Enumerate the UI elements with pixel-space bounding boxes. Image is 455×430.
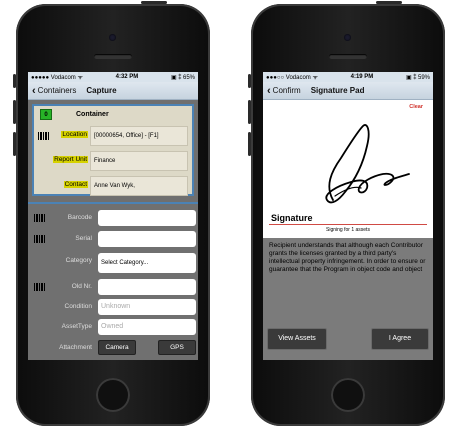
chevron-left-icon: ‹	[267, 84, 271, 97]
volume-down-button	[13, 132, 16, 156]
agree-button[interactable]: I Agree	[371, 328, 429, 350]
license-text: Recipient understands that although each…	[269, 242, 426, 273]
serial-label: Serial	[75, 235, 92, 242]
home-button[interactable]	[331, 378, 365, 412]
container-count-badge: 0	[40, 108, 52, 120]
signature-caption: Signature	[271, 213, 313, 223]
barcode-icon[interactable]	[38, 132, 49, 140]
nav-bar: ‹ Containers Capture	[28, 82, 198, 100]
condition-label: Condition	[64, 303, 92, 310]
barcode-input[interactable]	[98, 210, 196, 226]
battery-text: ▣ ⁑ 59%	[405, 74, 430, 81]
mute-switch	[13, 74, 16, 88]
attachment-label: Attachment	[59, 344, 92, 351]
status-time: 4:32 PM	[115, 74, 139, 80]
condition-input[interactable]: Unknown	[98, 299, 196, 315]
front-camera	[344, 34, 351, 41]
location-row[interactable]: Location [00000654, Office] - [F1]	[34, 126, 192, 146]
back-label: Confirm	[272, 86, 301, 95]
barcode-label: Barcode	[67, 214, 92, 221]
signature-drawing[interactable]	[311, 116, 411, 212]
status-time: 4:19 PM	[350, 74, 374, 80]
signing-count: Signing for 1 assets	[326, 227, 370, 233]
container-title: Container	[76, 110, 109, 118]
category-label: Category	[65, 257, 92, 264]
page-title: Capture	[86, 86, 117, 95]
barcode-row: Barcode	[28, 210, 198, 227]
carrier-text: ●●●●● Vodacom ᯤ	[31, 75, 83, 81]
volume-up-button	[248, 100, 251, 124]
serial-scan-icon[interactable]	[34, 235, 45, 243]
earpiece-speaker	[329, 54, 367, 59]
status-bar: ●●●○○ Vodacom ᯤ 4:19 PM ▣ ⁑ 59%	[263, 72, 433, 82]
phone-left: ●●●●● Vodacom ᯤ 4:32 PM ▣ ⁑ 65% ‹ Contai…	[13, 1, 210, 426]
category-row: Category Select Category...	[28, 253, 198, 273]
clear-button[interactable]: Clear	[409, 104, 423, 110]
front-camera	[109, 34, 116, 41]
capture-screen: ●●●●● Vodacom ᯤ 4:32 PM ▣ ⁑ 65% ‹ Contai…	[28, 72, 198, 360]
back-label: Containers	[37, 86, 77, 95]
report-unit-value[interactable]: Finance	[90, 151, 188, 171]
phone-right: ●●●○○ Vodacom ᯤ 4:19 PM ▣ ⁑ 59% ‹ Confir…	[248, 1, 445, 426]
power-button	[141, 1, 167, 4]
capture-body: 0 Container Location [00000654, Office] …	[28, 100, 198, 360]
camera-button[interactable]: Camera	[98, 340, 136, 355]
container-header: 0 Container	[34, 106, 192, 122]
page-title: Signature Pad	[310, 86, 365, 95]
old-nr-row: Old Nr.	[28, 279, 198, 296]
category-select[interactable]: Select Category...	[98, 253, 196, 273]
battery-text: ▣ ⁑ 65%	[170, 74, 195, 81]
asset-form: Barcode Serial Category Select Category.…	[28, 202, 198, 360]
earpiece-speaker	[94, 54, 132, 59]
container-panel: 0 Container Location [00000654, Office] …	[32, 104, 194, 196]
status-bar: ●●●●● Vodacom ᯤ 4:32 PM ▣ ⁑ 65%	[28, 72, 198, 82]
power-button	[376, 1, 402, 4]
chevron-left-icon: ‹	[32, 84, 36, 97]
contact-value[interactable]: Anne Van Wyk,	[90, 176, 188, 196]
location-value[interactable]: [00000654, Office] - [F1]	[90, 126, 188, 146]
asset-type-row: AssetType Owned	[28, 319, 198, 336]
location-label: Location	[61, 131, 88, 138]
home-button[interactable]	[96, 378, 130, 412]
serial-row: Serial	[28, 231, 198, 248]
old-nr-scan-icon[interactable]	[34, 283, 45, 291]
gps-button[interactable]: GPS	[158, 340, 196, 355]
condition-row: Condition Unknown	[28, 299, 198, 316]
back-button[interactable]: ‹ Confirm	[263, 85, 305, 97]
volume-up-button	[13, 100, 16, 124]
mute-switch	[248, 74, 251, 88]
volume-down-button	[248, 132, 251, 156]
asset-type-input[interactable]: Owned	[98, 319, 196, 335]
report-unit-label: Report Unit	[53, 156, 88, 163]
signature-screen: ●●●○○ Vodacom ᯤ 4:19 PM ▣ ⁑ 59% ‹ Confir…	[263, 72, 433, 360]
report-unit-row[interactable]: Report Unit Finance	[34, 151, 192, 171]
old-nr-input[interactable]	[98, 279, 196, 295]
contact-row[interactable]: Contact Anne Van Wyk,	[34, 176, 192, 196]
contact-label: Contact	[63, 181, 88, 188]
nav-bar: ‹ Confirm Signature Pad	[263, 82, 433, 100]
carrier-text: ●●●○○ Vodacom ᯤ	[266, 75, 318, 81]
signature-baseline	[269, 224, 427, 225]
attachment-row: Attachment Camera GPS	[28, 340, 198, 357]
back-button[interactable]: ‹ Containers	[28, 85, 80, 97]
barcode-scan-icon[interactable]	[34, 214, 45, 222]
view-assets-button[interactable]: View Assets	[267, 328, 327, 350]
asset-type-label: AssetType	[61, 323, 92, 330]
serial-input[interactable]	[98, 231, 196, 247]
old-nr-label: Old Nr.	[71, 283, 92, 290]
